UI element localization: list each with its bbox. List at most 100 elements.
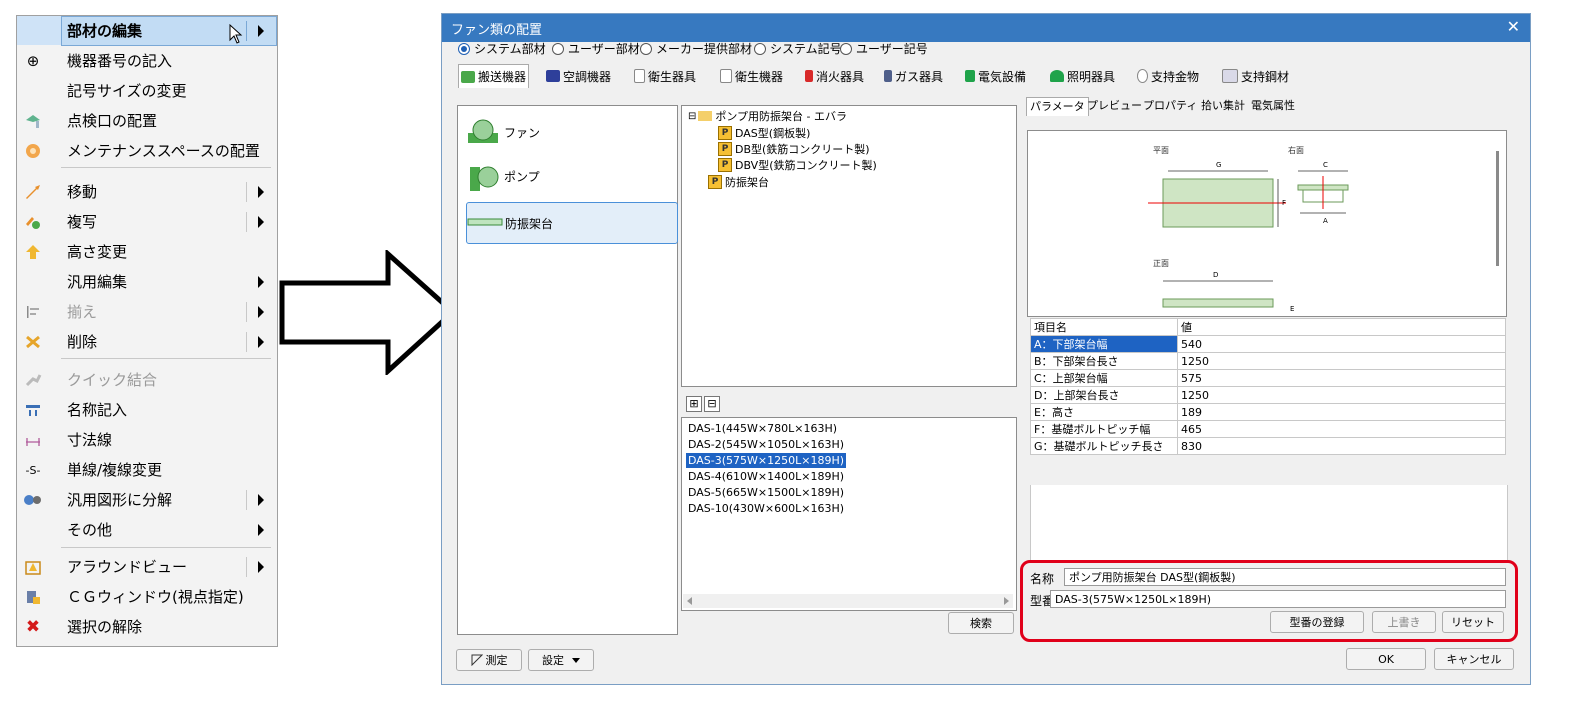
chevron-down-icon <box>572 657 580 663</box>
menu-item-inspection-opening[interactable]: 点検口の配置 <box>17 106 277 135</box>
menu-item-around-view[interactable]: アラウンドビュー <box>17 552 277 581</box>
tree-item-das[interactable]: P DAS型(鋼板製) <box>718 125 810 141</box>
tab-sanitary-equipment[interactable]: 衛生機器 <box>720 66 783 86</box>
tab-fire-fighting[interactable]: 消火器具 <box>805 66 864 86</box>
tree-label: DBV型(鉄筋コンクリート製) <box>735 159 877 172</box>
dimension-line-icon <box>23 430 43 450</box>
tab-label: 衛生器具 <box>648 69 697 84</box>
tree-item-vibration-mount[interactable]: P 防振架台 <box>708 174 769 190</box>
radio-system-symbol[interactable]: システム記号 <box>754 40 842 57</box>
list-item[interactable]: DAS-1(445W×780L×163H) <box>686 421 839 436</box>
search-button[interactable]: 検索 <box>948 612 1014 634</box>
tab-support-hardware[interactable]: 支持金物 <box>1137 66 1199 86</box>
radio-user-member[interactable]: ユーザー部材 <box>552 40 640 57</box>
tab-sanitary-fixtures[interactable]: 衛生器具 <box>634 66 696 86</box>
menu-item-generic-edit[interactable]: 汎用編集 <box>17 267 277 296</box>
list-item-selected[interactable]: DAS-3(575W×1250L×189H) <box>686 453 847 468</box>
ok-button[interactable]: OK <box>1346 648 1426 670</box>
menu-item-label: 高さ変更 <box>67 243 128 261</box>
menu-item-explode[interactable]: 汎用図形に分解 <box>17 485 277 514</box>
menu-separator <box>61 358 271 359</box>
list-item[interactable]: DAS-4(610W×1400L×189H) <box>686 469 846 484</box>
menu-separator <box>61 167 271 168</box>
expand-all-button[interactable]: ⊞ <box>686 396 702 412</box>
tree-item-db[interactable]: P DB型(鉄筋コンクリート製) <box>718 141 870 157</box>
tab-parameters[interactable]: パラメータ <box>1026 97 1089 116</box>
menu-item-device-number[interactable]: ⊕ 機器番号の記入 <box>17 46 277 75</box>
menu-item-name-entry[interactable]: 名称記入 <box>17 395 277 424</box>
cancel-button[interactable]: キャンセル <box>1434 648 1514 670</box>
tab-label: 空調機器 <box>563 69 612 84</box>
submenu-arrow-icon <box>258 276 264 288</box>
horizontal-scrollbar[interactable] <box>683 594 1013 608</box>
mouse-cursor-icon <box>229 24 243 44</box>
list-item[interactable]: DAS-10(430W×600L×163H) <box>686 501 846 516</box>
settings-dropdown[interactable]: 設定 <box>528 649 594 671</box>
menu-item-move[interactable]: 移動 <box>17 177 277 206</box>
tree-root[interactable]: ⊟ ポンプ用防振架台 - エバラ <box>688 108 847 124</box>
table-row[interactable]: A：下部架台幅 540 <box>1030 335 1506 353</box>
radio-system-member[interactable]: システム部材 <box>458 40 546 57</box>
crosshair-circle-icon: ⊕ <box>26 52 40 70</box>
category-vibration-mount[interactable]: 防振架台 <box>466 202 678 244</box>
param-value[interactable]: 465 <box>1177 420 1506 438</box>
param-value[interactable]: 1250 <box>1177 386 1506 404</box>
menu-item-copy[interactable]: 複写 <box>17 207 277 236</box>
menu-item-single-double-line[interactable]: -S- 単線/複線変更 <box>17 455 277 484</box>
table-row[interactable]: B：下部架台長さ 1250 <box>1030 352 1506 370</box>
tab-electrical[interactable]: 電気設備 <box>965 66 1026 86</box>
move-icon <box>23 182 43 202</box>
radio-user-symbol[interactable]: ユーザー記号 <box>840 40 928 57</box>
hvac-icon <box>546 70 560 82</box>
radio-maker-member[interactable]: メーカー提供部材 <box>640 40 752 57</box>
submenu-arrow-icon <box>258 561 264 573</box>
menu-item-symbol-size[interactable]: 記号サイズの変更 <box>17 76 277 105</box>
menu-item-maintenance-space[interactable]: メンテナンススペースの配置 <box>17 136 277 165</box>
table-row[interactable]: F：基礎ボルトピッチ幅 465 <box>1030 420 1506 438</box>
table-row[interactable]: G：基礎ボルトピッチ長さ 830 <box>1030 437 1506 455</box>
tree-item-dbv[interactable]: P DBV型(鉄筋コンクリート製) <box>718 157 877 173</box>
menu-item-delete[interactable]: 削除 <box>17 327 277 356</box>
close-icon[interactable]: ✕ <box>1507 17 1520 36</box>
tab-preview[interactable]: プレビュー <box>1084 97 1145 115</box>
param-value[interactable]: 189 <box>1177 403 1506 421</box>
param-value[interactable]: 540 <box>1177 335 1506 353</box>
menu-item-height-change[interactable]: 高さ変更 <box>17 237 277 266</box>
pump-icon <box>470 166 499 191</box>
param-value[interactable]: 830 <box>1177 437 1506 455</box>
table-row[interactable]: E：高さ 189 <box>1030 403 1506 421</box>
submenu-arrow-icon <box>258 494 264 506</box>
menu-item-align[interactable]: 揃え <box>17 297 277 326</box>
vertical-scrollbar[interactable] <box>1496 151 1499 266</box>
menu-item-quick-join[interactable]: クイック結合 <box>17 365 277 394</box>
menu-item-edit-member[interactable]: 部材の編集 <box>17 16 277 46</box>
single-double-line-icon: -S- <box>25 463 41 477</box>
measure-button[interactable]: 測定 <box>456 649 522 671</box>
param-name: F：基礎ボルトピッチ幅 <box>1030 420 1178 438</box>
tab-gas[interactable]: ガス器具 <box>884 66 943 86</box>
menu-item-deselect[interactable]: ✖ 選択の解除 <box>17 612 277 641</box>
tab-takeoff[interactable]: 拾い集計 <box>1198 97 1248 115</box>
list-item[interactable]: DAS-5(665W×1500L×189H) <box>686 485 846 500</box>
table-row[interactable]: C：上部架台幅 575 <box>1030 369 1506 387</box>
menu-item-label: 汎用図形に分解 <box>67 491 173 509</box>
param-name: D：上部架台長さ <box>1030 386 1178 404</box>
table-row[interactable]: D：上部架台長さ 1250 <box>1030 386 1506 404</box>
list-item[interactable]: DAS-2(545W×1050L×163H) <box>686 437 846 452</box>
tab-conveyance[interactable]: 搬送機器 <box>458 64 530 88</box>
param-value[interactable]: 1250 <box>1177 352 1506 370</box>
menu-item-cg-window[interactable]: ＣＧウィンドウ(視点指定) <box>17 582 277 611</box>
model-list-panel: DAS-1(445W×780L×163H) DAS-2(545W×1050L×1… <box>681 417 1017 611</box>
category-fan[interactable]: ファン <box>466 114 676 150</box>
collapse-all-button[interactable]: ⊟ <box>704 396 720 412</box>
tab-hvac[interactable]: 空調機器 <box>546 66 611 86</box>
tab-electrical-attributes[interactable]: 電気属性 <box>1248 97 1298 115</box>
tab-lighting[interactable]: 照明器具 <box>1050 66 1115 86</box>
tab-support-steel[interactable]: 支持鋼材 <box>1222 66 1289 86</box>
menu-item-dimension-line[interactable]: 寸法線 <box>17 425 277 454</box>
electrical-icon <box>965 70 975 82</box>
menu-item-other[interactable]: その他 <box>17 515 277 544</box>
tab-properties[interactable]: プロパティ <box>1140 97 1200 115</box>
param-value[interactable]: 575 <box>1177 369 1506 387</box>
category-pump[interactable]: ポンプ <box>466 158 676 194</box>
